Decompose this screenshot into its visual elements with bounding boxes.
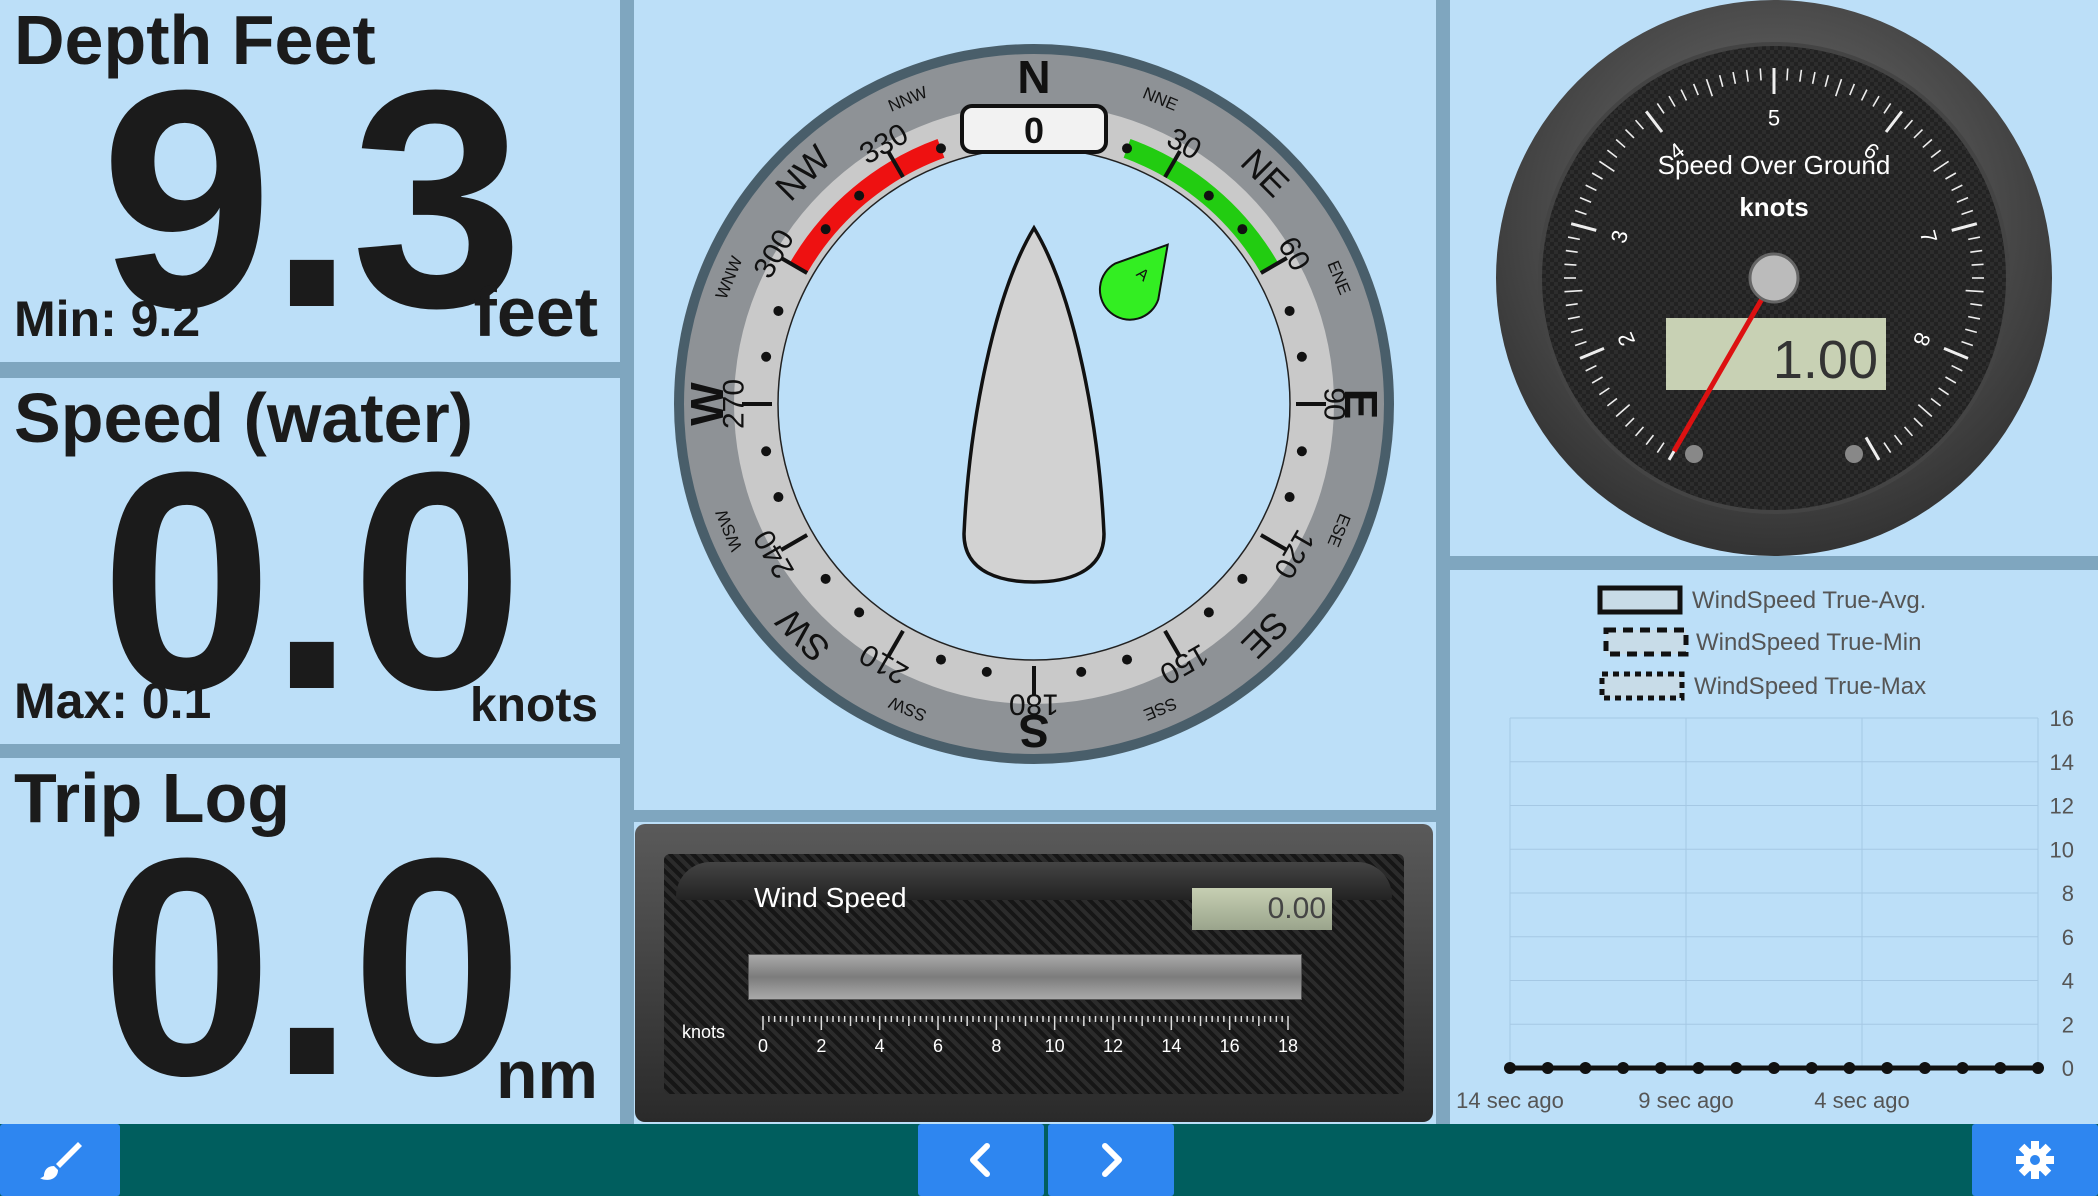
trip-log-unit: nm (496, 1037, 598, 1113)
compass-minor-dot (1203, 607, 1214, 618)
compass-minor-dot (1284, 305, 1295, 316)
compass-minor-dot (1122, 654, 1133, 665)
wind-speed-scale-label: 14 (1161, 1036, 1181, 1056)
compass-minor-dot (1284, 492, 1295, 503)
chart-x-tick-label: 14 sec ago (1456, 1088, 1564, 1113)
compass-minor-dot (773, 305, 784, 316)
paintbrush-icon (40, 1142, 82, 1180)
legend-min-label: WindSpeed True-Min (1696, 629, 1921, 656)
legend-avg-label: WindSpeed True-Avg. (1692, 587, 1926, 614)
sog-scale-label: 5 (1768, 106, 1780, 131)
sog-screw-right (1845, 445, 1863, 463)
depth-min: Min: 9.2 (14, 291, 201, 347)
prev-page-button[interactable] (918, 1124, 1044, 1196)
wind-speed-scale-label: 2 (816, 1036, 826, 1056)
chart-y-tick-label: 16 (2050, 706, 2074, 731)
sog-tick (1786, 68, 1789, 81)
legend-max-swatch (1599, 671, 1685, 701)
compass-minor-dot (981, 666, 992, 677)
wind-speed-panel[interactable]: Wind Speed 0.00 knots 0 2 4 6 8 10 12 14 16 18 (634, 822, 1436, 1124)
sog-tick (1759, 68, 1762, 81)
wind-history-panel[interactable]: WindSpeed True-Avg. WindSpeed True-Min W… (1450, 570, 2098, 1124)
chart-y-tick-label: 12 (2050, 794, 2074, 819)
theme-button[interactable] (0, 1124, 120, 1196)
compass-minor-dot (1076, 666, 1087, 677)
chevron-right-icon (1102, 1143, 1122, 1177)
compass-minor-dot (1296, 446, 1307, 457)
sog-gauge: 2345678 Speed Over Ground knots 1.00 (1496, 0, 2052, 556)
wind-speed-scale: 0 2 4 6 8 10 12 14 16 18 (758, 1016, 1298, 1056)
sog-tick (1971, 263, 1984, 266)
sog-panel[interactable]: 2345678 Speed Over Ground knots 1.00 (1450, 0, 2098, 556)
sog-tick (1564, 263, 1577, 266)
sog-value: 1.00 (1773, 330, 1878, 390)
wind-speed-scale-label: 10 (1045, 1036, 1065, 1056)
chart-y-tick-label: 14 (2050, 750, 2074, 775)
next-page-button[interactable] (1048, 1124, 1174, 1196)
compass-minor-dot (1237, 573, 1248, 584)
compass-minor-dot (773, 492, 784, 503)
compass-minor-dot (1237, 224, 1248, 235)
sog-unit: knots (1739, 192, 1808, 222)
chevron-left-icon (970, 1143, 990, 1177)
compass-minor-dot (1122, 143, 1133, 154)
heading-value: 0 (1024, 110, 1044, 151)
wind-history-chart: WindSpeed True-Avg. WindSpeed True-Min W… (1456, 585, 2074, 1113)
chart-y-tick-label: 6 (2062, 925, 2074, 950)
compass-minor-dot (820, 573, 831, 584)
compass-minor-dot (820, 224, 831, 235)
wind-speed-scale-label: 16 (1220, 1036, 1240, 1056)
compass-minor-dot (1296, 351, 1307, 362)
chart-y-tick-label: 0 (2062, 1056, 2074, 1081)
compass-minor-dot (854, 607, 865, 618)
compass-gauge: 306090120150180210240270300330NESWNESESW… (674, 44, 1394, 764)
chart-x-tick-label: 4 sec ago (1814, 1088, 1909, 1113)
speed-water-unit: knots (469, 679, 598, 732)
chart-legend: WindSpeed True-Avg. WindSpeed True-Min W… (1597, 585, 1926, 701)
wind-speed-scale-label: 8 (991, 1036, 1001, 1056)
chart-y-tick-label: 10 (2050, 837, 2074, 862)
settings-button[interactable] (1972, 1124, 2098, 1196)
wind-speed-scale-label: 18 (1278, 1036, 1298, 1056)
compass-minor-dot (935, 654, 946, 665)
wind-speed-scale-label: 12 (1103, 1036, 1123, 1056)
compass-cardinal-n: N (1017, 51, 1050, 103)
legend-min-swatch (1603, 627, 1689, 657)
compass-minor-dot (935, 143, 946, 154)
wind-speed-scale-label: 0 (758, 1036, 768, 1056)
wind-speed-scale-label: 4 (875, 1036, 885, 1056)
chart-y-tick-label: 8 (2062, 881, 2074, 906)
sog-screw-left (1685, 445, 1703, 463)
compass-cardinal-s: S (1019, 705, 1050, 757)
gear-icon (2016, 1141, 2054, 1179)
compass-cardinal-e: E (1335, 389, 1387, 420)
sog-needle-hub (1748, 252, 1800, 304)
compass-cardinal-w: W (681, 382, 733, 426)
chart-y-tick-label: 2 (2062, 1012, 2074, 1037)
speed-water-panel[interactable]: Speed (water) 0.0 Max: 0.1 knots (0, 378, 620, 744)
compass-minor-dot (1203, 190, 1214, 201)
sog-title: Speed Over Ground (1658, 150, 1891, 180)
legend-avg-swatch (1597, 585, 1683, 615)
compass-minor-dot (761, 351, 772, 362)
chart-y-tick-label: 4 (2062, 969, 2074, 994)
depth-panel[interactable]: Depth Feet 9.3 Min: 9.2 feet (0, 0, 620, 362)
chart-x-tick-label: 9 sec ago (1638, 1088, 1733, 1113)
speed-water-max: Max: 0.1 (14, 673, 212, 729)
depth-unit: feet (473, 273, 598, 351)
compass-panel[interactable]: 30 60 90 120 150 180 210 240 270 300 330 N E S W NE SE SW… (634, 0, 1436, 810)
compass-minor-dot (761, 446, 772, 457)
trip-log-panel[interactable]: Trip Log 0.0 nm (0, 758, 620, 1124)
legend-max-label: WindSpeed True-Max (1694, 673, 1926, 700)
compass-minor-dot (854, 190, 865, 201)
wind-speed-scale-label: 6 (933, 1036, 943, 1056)
